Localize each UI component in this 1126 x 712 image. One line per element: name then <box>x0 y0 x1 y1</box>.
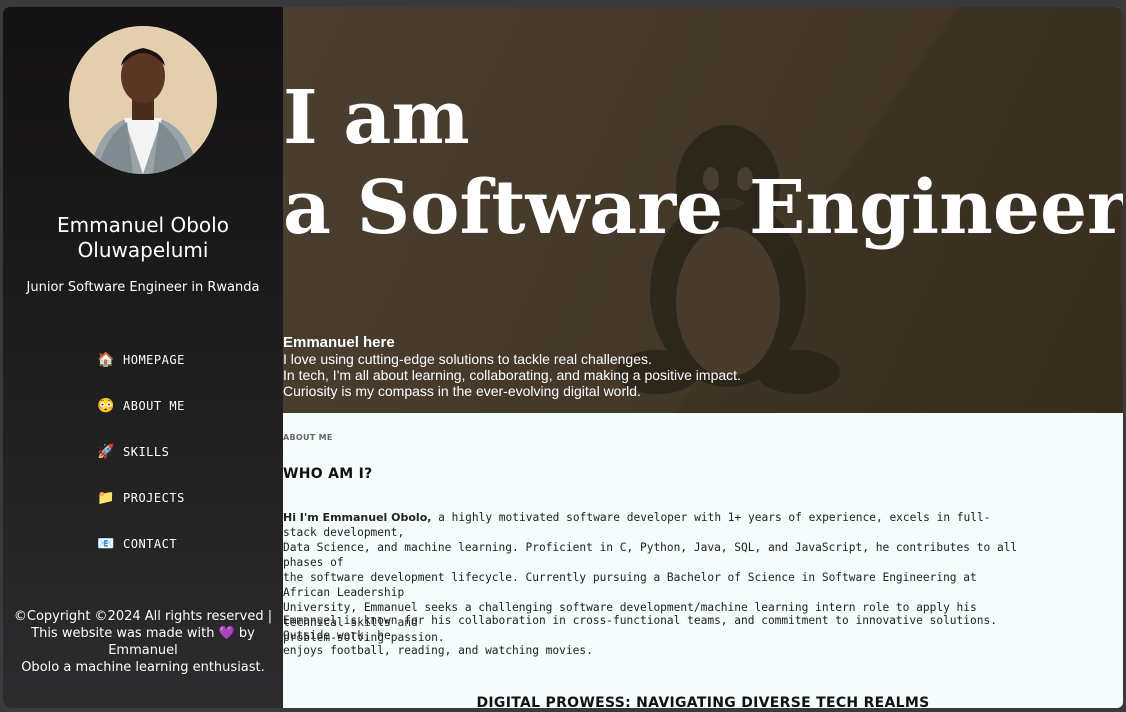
nav-label: ABOUT ME <box>123 399 185 413</box>
nav-label: SKILLS <box>123 445 170 459</box>
avatar <box>69 26 217 174</box>
skills-section-title: DIGITAL PROWESS: NAVIGATING DIVERSE TECH… <box>476 695 930 708</box>
hero-title-line2: a Software Engineer <box>283 165 1123 251</box>
sidebar: Emmanuel Obolo Oluwapelumi Junior Softwa… <box>3 7 283 708</box>
nav-item-contact[interactable]: 📧 CONTACT <box>97 534 185 554</box>
nav-item-about-me[interactable]: 😳 ABOUT ME <box>97 396 185 416</box>
sidebar-footer: ©Copyright ©2024 All rights reserved | T… <box>13 608 273 676</box>
hero-banner: I am a Software Engineer Emmanuel here I… <box>283 7 1123 413</box>
nav-item-projects[interactable]: 📁 PROJECTS <box>97 488 185 508</box>
nav-label: HOMEPAGE <box>123 353 185 367</box>
intro-name: Hi I'm Emmanuel Obolo, <box>283 511 432 524</box>
page-frame: Emmanuel Obolo Oluwapelumi Junior Softwa… <box>3 7 1123 708</box>
about-section: ABOUT ME WHO AM I? Hi I'm Emmanuel Obolo… <box>283 413 1123 708</box>
nav-label: CONTACT <box>123 537 178 551</box>
section-heading: WHO AM I? <box>283 466 373 482</box>
heart-icon: 💜 <box>218 626 235 641</box>
sidebar-nav: 🏠 HOMEPAGE 😳 ABOUT ME 🚀 SKILLS 📁 PROJECT… <box>97 350 185 580</box>
footer-tagline: Obolo a machine learning enthusiast. <box>21 660 265 675</box>
nav-item-skills[interactable]: 🚀 SKILLS <box>97 442 185 462</box>
nav-label: PROJECTS <box>123 491 185 505</box>
nav-item-homepage[interactable]: 🏠 HOMEPAGE <box>97 350 185 370</box>
copyright-text: ©Copyright ©2024 All rights reserved | <box>13 609 273 624</box>
home-icon: 🏠 <box>97 352 115 368</box>
hero-intro: Emmanuel here I love using cutting-edge … <box>283 334 741 400</box>
hero-line: Curiosity is my compass in the ever-evol… <box>283 383 641 399</box>
about-paragraph-2: Emmanuel is known for his collaboration … <box>283 614 997 657</box>
folder-icon: 📁 <box>97 490 115 506</box>
hero-line: I love using cutting-edge solutions to t… <box>283 351 652 367</box>
hero-title: I am a Software Engineer <box>283 73 1123 253</box>
email-icon: 📧 <box>97 536 115 552</box>
hero-title-line1: I am <box>283 75 470 161</box>
hero-greeting: Emmanuel here <box>283 334 395 351</box>
profile-name: Emmanuel Obolo Oluwapelumi <box>57 213 229 262</box>
rocket-icon: 🚀 <box>97 444 115 460</box>
flushed-face-icon: 😳 <box>97 398 115 414</box>
footer-author: Emmanuel <box>108 643 178 658</box>
hero-line: In tech, I'm all about learning, collabo… <box>283 367 741 383</box>
made-with-text: This website was made with 💜 by <box>31 626 255 641</box>
section-kicker: ABOUT ME <box>283 433 333 442</box>
profile-role: Junior Software Engineer in Rwanda <box>26 280 260 295</box>
